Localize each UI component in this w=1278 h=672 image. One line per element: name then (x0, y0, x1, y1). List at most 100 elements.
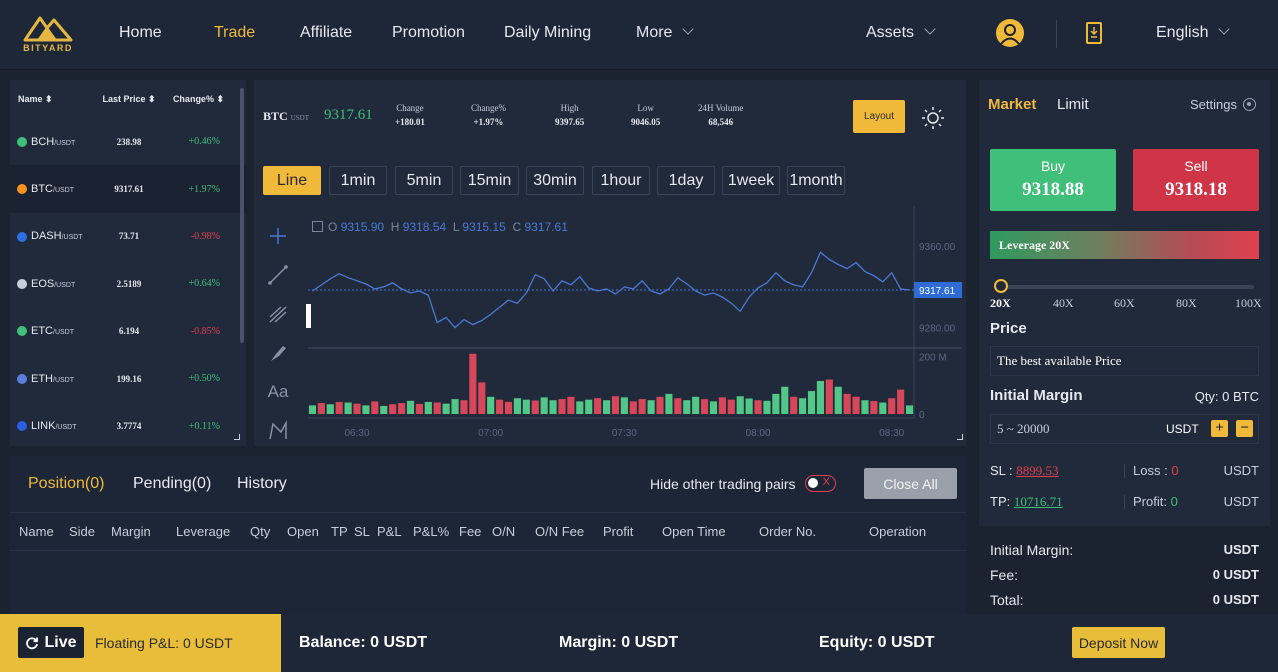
market-price: 238.98 (116, 136, 142, 147)
margin-input[interactable]: 5 ~ 20000 USDT + − (990, 414, 1259, 444)
tf-15min[interactable]: 15min (460, 166, 519, 195)
coin-icon (17, 278, 27, 289)
market-rows: BCH/USDT 238.98 +0.46% BTC/USDT 9317.61 +1.97… (10, 118, 246, 450)
buy-button[interactable]: Buy 9318.88 (990, 149, 1116, 211)
stop-loss[interactable]: SL : 8899.53 (990, 463, 1059, 479)
tf-1week[interactable]: 1week (722, 166, 780, 195)
nav-trade[interactable]: Trade (214, 24, 255, 42)
scrollbar[interactable] (240, 88, 244, 343)
theme-sun-icon[interactable] (922, 107, 944, 129)
tab-limit[interactable]: Limit (1057, 96, 1089, 113)
close-all-button[interactable]: Close All (864, 468, 957, 499)
tp-value[interactable]: 10716.71 (1014, 494, 1063, 509)
take-profit[interactable]: TP: 10716.71 (990, 494, 1063, 510)
price-chart[interactable]: 9317.61 9360.00 9280.00 200 M 0 06:30 07:00 07:… (306, 206, 962, 446)
nav-affiliate[interactable]: Affiliate (300, 24, 352, 42)
equity: Equity: 0 USDT (819, 634, 935, 651)
market-symbol: EOS/USDT (10, 278, 102, 290)
nav-daily-mining[interactable]: Daily Mining (504, 24, 591, 42)
deposit-now-button[interactable]: Deposit Now (1072, 627, 1165, 658)
leverage-slider[interactable] (996, 285, 1254, 289)
leverage-option[interactable]: 100X (1235, 296, 1262, 311)
resize-handle-icon[interactable] (957, 434, 963, 440)
orders-document-icon[interactable] (1086, 22, 1102, 44)
nav-assets[interactable]: Assets (866, 23, 936, 42)
volume-bar (460, 400, 468, 414)
bityard-logo[interactable]: BITYARD (18, 12, 78, 58)
market-row[interactable]: DASH/USDT 73.71 -0.98% (10, 213, 246, 260)
price-field[interactable]: The best available Price (990, 346, 1259, 376)
tf-1day[interactable]: 1day (657, 166, 715, 195)
stat-high: High 9397.65 (555, 103, 584, 127)
plus-button[interactable]: + (1211, 420, 1228, 437)
sort-change[interactable]: Change% ⬍ (156, 94, 238, 105)
volume-bar (469, 353, 477, 414)
path-tool[interactable] (266, 411, 290, 450)
tf-1month[interactable]: 1month (787, 166, 845, 195)
ticker-quote: USDT (290, 114, 309, 122)
margin-unit: USDT (1166, 422, 1199, 436)
volume-bar (424, 401, 432, 414)
sort-last-price[interactable]: Last Price ⬍ (102, 94, 156, 105)
leverage-option[interactable]: 40X (1053, 296, 1074, 311)
settings-link[interactable]: Settings (1190, 97, 1256, 112)
sell-price: 9318.18 (1165, 179, 1227, 200)
text-tool[interactable]: Aa (266, 372, 290, 411)
tab-market[interactable]: Market (988, 96, 1036, 113)
tab-history[interactable]: History (237, 475, 287, 493)
leverage-slider-knob[interactable] (994, 279, 1008, 293)
market-symbol: ETH/USDT (10, 373, 102, 385)
leverage-option[interactable]: 60X (1114, 296, 1135, 311)
stat-change: Change +180.01 (395, 103, 425, 127)
market-row[interactable]: LINK/USDT 3.7774 +0.11% (10, 402, 246, 449)
tf-30min[interactable]: 30min (526, 166, 584, 195)
volume-bar (487, 396, 495, 414)
volume-bar (656, 396, 664, 414)
tf-line[interactable]: Line (263, 166, 321, 195)
market-row[interactable]: ETH/USDT 199.16 +0.50% (10, 355, 246, 402)
user-avatar-icon[interactable] (996, 19, 1024, 47)
symbol-label: ETC (31, 325, 53, 338)
symbol-label: EOS (31, 277, 55, 290)
profit: Profit: 0 (1133, 494, 1178, 509)
layout-button[interactable]: Layout (853, 100, 905, 133)
brush-tool[interactable] (266, 333, 290, 372)
col-side: Side (69, 524, 96, 539)
market-row[interactable]: BTC/USDT 9317.61 +1.97% (10, 165, 246, 213)
live-button[interactable]: Live (18, 627, 84, 658)
market-row[interactable]: EOS/USDT 2.5189 +0.64% (10, 260, 246, 307)
language-select[interactable]: English (1156, 23, 1231, 42)
nav-promotion[interactable]: Promotion (392, 24, 465, 42)
volume-bar (442, 403, 450, 414)
nav-more[interactable]: More (636, 23, 695, 42)
sl-value[interactable]: 8899.53 (1016, 463, 1058, 478)
time-tick-label: 06:30 (344, 428, 369, 439)
market-price: 6.194 (118, 326, 140, 337)
tf-5min[interactable]: 5min (395, 166, 453, 195)
price-title: Price (990, 320, 1027, 337)
leverage-option[interactable]: 20X (990, 296, 1011, 311)
sell-button[interactable]: Sell 9318.18 (1133, 149, 1259, 211)
trendline-tool[interactable] (266, 255, 290, 294)
resize-handle-icon[interactable] (234, 434, 240, 440)
crosshair-tool[interactable] (266, 216, 290, 255)
market-row[interactable]: ETC/USDT 6.194 -0.85% (10, 308, 246, 355)
quote-label: /USDT (55, 424, 77, 432)
hide-pairs-toggle[interactable]: X (805, 475, 836, 492)
sort-name[interactable]: Name ⬍ (10, 94, 102, 105)
tab-position[interactable]: Position(0) (28, 475, 104, 493)
minus-button[interactable]: − (1236, 420, 1253, 437)
last-price-label: 9317.61 (919, 286, 956, 297)
leverage-option[interactable]: 80X (1176, 296, 1197, 311)
buy-price: 9318.88 (1022, 179, 1084, 200)
market-row[interactable]: BCH/USDT 238.98 +0.46% (10, 118, 246, 165)
market-list-header: Name ⬍ Last Price ⬍ Change% ⬍ (10, 80, 246, 118)
summary-fee: Fee: 0 USDT (990, 567, 1259, 583)
fork-tool[interactable] (266, 294, 290, 333)
tab-pending[interactable]: Pending(0) (133, 475, 211, 493)
tf-1min[interactable]: 1min (329, 166, 387, 195)
nav-home[interactable]: Home (119, 24, 162, 42)
volume-bar (772, 393, 780, 414)
volume-bar (558, 399, 566, 414)
tf-1hour[interactable]: 1hour (592, 166, 650, 195)
